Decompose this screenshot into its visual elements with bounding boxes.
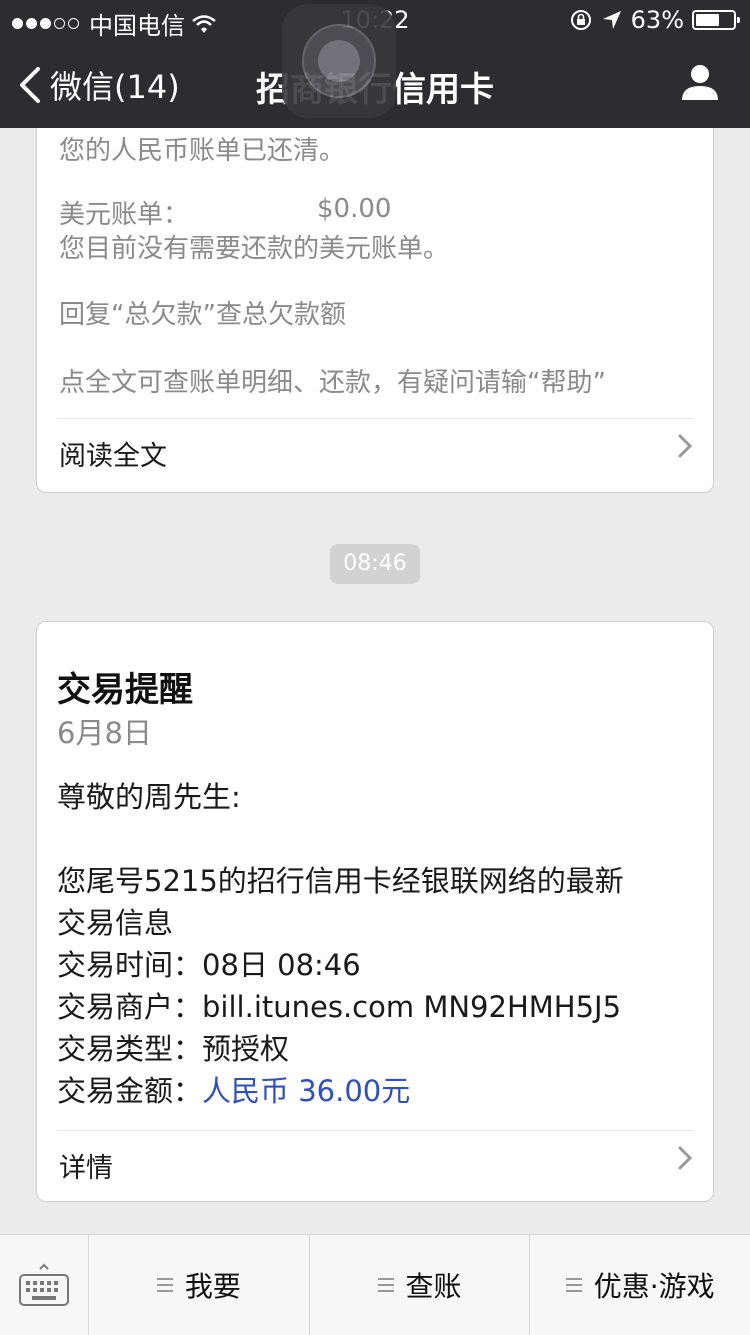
- row-value: bill.itunes.com MN92HMH5J5: [202, 990, 622, 1024]
- divider: [57, 1130, 693, 1131]
- menu-item-offers-games[interactable]: 优惠·游戏: [530, 1235, 750, 1335]
- intro-text: 您尾号5215的招行信用卡经银联网络的最新: [57, 864, 624, 898]
- assistive-touch-button[interactable]: [282, 4, 396, 118]
- message-line: 回复“总欠款”查总欠款额: [59, 300, 346, 330]
- menu-label: 我要: [184, 1270, 241, 1303]
- battery-percent: 63%: [630, 6, 684, 34]
- card-date: 6月8日: [57, 716, 152, 750]
- amount-value: 人民币 36.00元: [202, 1074, 411, 1108]
- menu-list-icon: [565, 1274, 582, 1296]
- menu-label: 优惠·游戏: [593, 1270, 715, 1303]
- keyboard-icon: [19, 1263, 69, 1306]
- greeting: 尊敬的周先生:: [57, 780, 241, 814]
- row-label: 交易商户：: [57, 990, 203, 1024]
- message-line: 您目前没有需要还款的美元账单。: [59, 234, 450, 264]
- card-title: 交易提醒: [57, 670, 193, 710]
- read-full-link[interactable]: 阅读全文: [59, 434, 167, 473]
- battery-icon: [692, 10, 740, 30]
- person-icon: [682, 65, 718, 100]
- row-label: 交易时间：: [57, 948, 203, 982]
- menu-label: 查账: [405, 1270, 462, 1303]
- rotation-lock-icon: [570, 10, 591, 30]
- transaction-row: 交易类型：预授权: [57, 1026, 289, 1068]
- usd-amount: $0.00: [317, 194, 392, 224]
- intro-text: 交易信息: [57, 906, 174, 940]
- menu-item-want[interactable]: 我要: [89, 1235, 310, 1335]
- transaction-row: 交易时间：08日 08:46: [57, 942, 361, 984]
- message-line: 点全文可查账单明细、还款，有疑问请输“帮助”: [59, 368, 606, 398]
- divider: [57, 418, 693, 419]
- message-line: 您的人民币账单已还清。: [59, 136, 346, 166]
- menu-list-icon: [156, 1274, 173, 1296]
- profile-button[interactable]: [680, 62, 720, 106]
- row-label: 交易类型：: [57, 1032, 203, 1066]
- menu-item-check-bill[interactable]: 查账: [310, 1235, 531, 1335]
- message-line: 美元账单：: [59, 200, 190, 230]
- menu-list-icon: [377, 1274, 394, 1296]
- row-value: 08日 08:46: [202, 948, 361, 982]
- chevron-right-icon: [677, 1144, 693, 1179]
- keyboard-toggle-button[interactable]: [0, 1235, 89, 1335]
- transaction-alert-card[interactable]: 交易提醒 6月8日 尊敬的周先生: 您尾号5215的招行信用卡经银联网络的最新 …: [36, 621, 714, 1202]
- transaction-row: 交易商户：bill.itunes.com MN92HMH5J5: [57, 984, 621, 1026]
- bottom-menu-bar: 我要 查账 优惠·游戏: [0, 1234, 750, 1335]
- bill-message-card: 您的人民币账单已还清。 美元账单： $0.00 您目前没有需要还款的美元账单。 …: [36, 128, 714, 493]
- row-value: 预授权: [202, 1032, 290, 1066]
- location-arrow-icon: [602, 11, 621, 29]
- timestamp-badge: 08:46: [330, 544, 420, 584]
- transaction-row: 交易金额：人民币 36.00元: [57, 1068, 410, 1110]
- row-label: 交易金额：: [57, 1074, 203, 1108]
- chevron-right-icon: [677, 432, 693, 467]
- details-link[interactable]: 详情: [59, 1146, 113, 1185]
